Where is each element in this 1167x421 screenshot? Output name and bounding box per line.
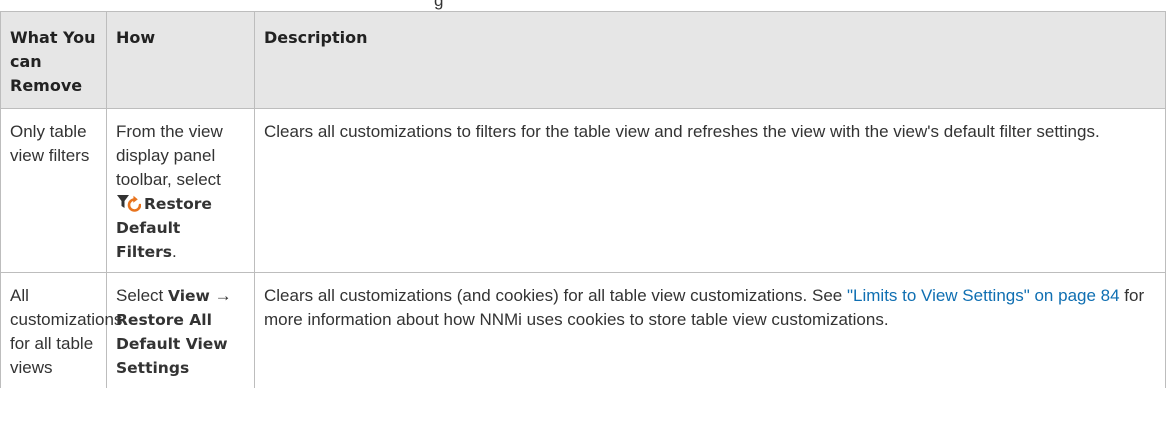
- table-row: Only table view filters From the view di…: [0, 108, 1166, 273]
- description-cell: Clears all customizations (and cookies) …: [254, 272, 1166, 388]
- how-prefix: Select: [116, 286, 168, 305]
- restore-all-default-view-settings-label: Restore All Default View Settings: [116, 311, 228, 377]
- how-cell: Select View → Restore All Default View S…: [106, 272, 255, 388]
- clipped-glyph: g: [434, 0, 444, 10]
- table-header-row: What You can Remove How Description: [0, 11, 1166, 109]
- menu-arrow: →: [209, 286, 232, 305]
- what-cell: All customizations for all table views: [0, 272, 122, 388]
- table-row: All customizations for all table views S…: [0, 272, 1166, 388]
- how-cell: From the view display panel toolbar, sel…: [106, 108, 255, 273]
- what-cell: Only table view filters: [0, 108, 107, 273]
- description-cell: Clears all customizations to filters for…: [254, 108, 1166, 273]
- description-before: Clears all customizations (and cookies) …: [264, 286, 847, 305]
- header-what-you-can-remove: What You can Remove: [0, 11, 107, 109]
- limits-to-view-settings-link[interactable]: "Limits to View Settings" on page 84: [847, 286, 1120, 305]
- header-description: Description: [254, 11, 1166, 109]
- header-how: How: [106, 11, 255, 109]
- view-menu-label: View: [167, 287, 210, 305]
- how-suffix: .: [172, 242, 177, 261]
- how-prefix: From the view display panel toolbar, sel…: [116, 122, 223, 189]
- restore-default-filters-icon: [116, 194, 142, 212]
- remove-customizations-table: What You can Remove How Description Only…: [0, 11, 1166, 388]
